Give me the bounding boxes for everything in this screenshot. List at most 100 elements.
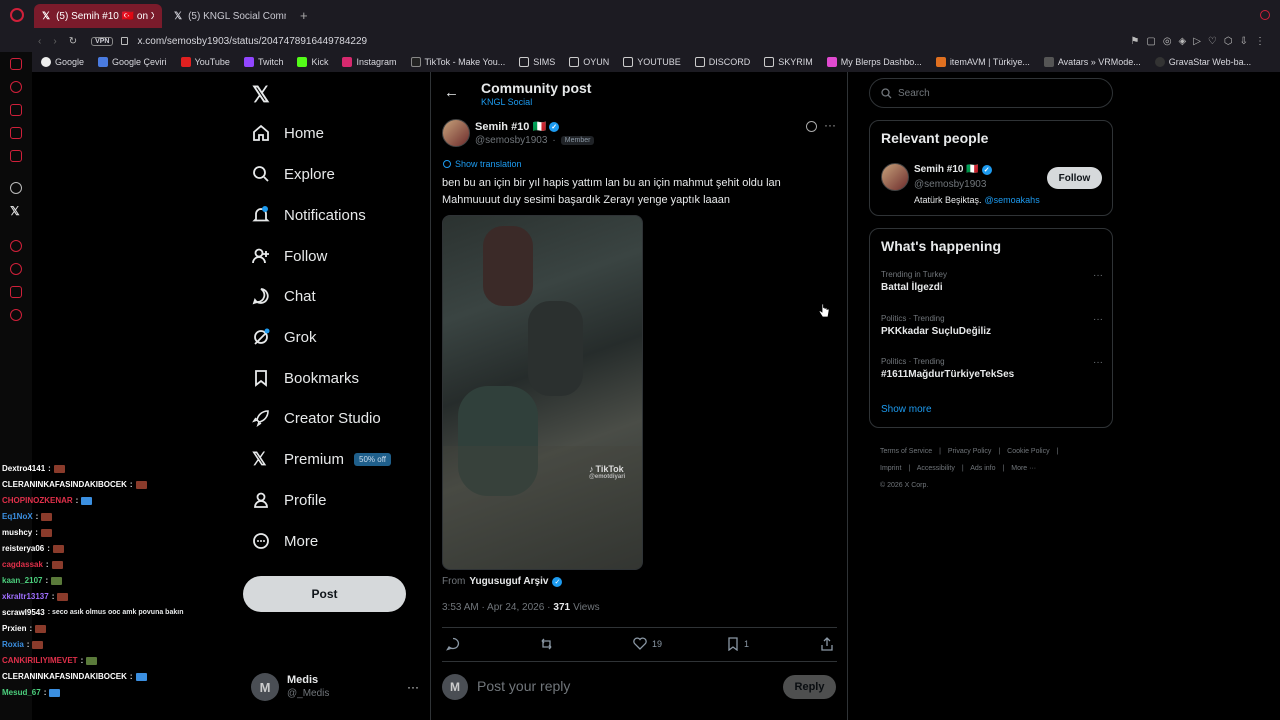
bookmark-twitch[interactable]: Twitch	[237, 57, 291, 67]
bookmark-folder-youtube[interactable]: YOUTUBE	[616, 57, 688, 67]
chat-text: :	[47, 544, 50, 553]
x-icon[interactable]: 𝕏	[10, 204, 20, 218]
player-icon[interactable]	[10, 240, 22, 252]
author-handle[interactable]: @semosby1903	[475, 135, 547, 146]
share-action[interactable]	[820, 637, 834, 656]
bookmark-folder-sims[interactable]: SIMS	[512, 57, 562, 67]
opera-logo-icon[interactable]	[10, 8, 24, 22]
mail-icon[interactable]	[10, 150, 22, 162]
repost-action[interactable]	[539, 637, 554, 656]
bookmark-folder-discord[interactable]: DISCORD	[688, 57, 758, 67]
author-avatar[interactable]	[442, 119, 470, 147]
like-action[interactable]: 19	[633, 637, 662, 650]
person-handle[interactable]: @semosby1903	[914, 179, 986, 190]
nav-chat[interactable]: Chat	[252, 287, 316, 305]
trend-item[interactable]: Politics · Trending PKKkadar SuçluDeğili…	[881, 314, 1103, 337]
footer-link[interactable]: Imprint	[880, 465, 901, 472]
chat-user: Eq1NoX	[2, 512, 33, 521]
footer-link[interactable]: Ads info	[970, 465, 995, 472]
footer-link[interactable]: Terms of Service	[880, 448, 932, 455]
new-tab-icon[interactable]: +	[300, 8, 308, 23]
search-tabs-icon[interactable]	[1260, 10, 1270, 20]
trend-item[interactable]: Politics · Trending #1611MağdurTürkiyeTe…	[881, 357, 1103, 380]
nav-home[interactable]: Home	[252, 124, 324, 142]
bookmark-blerps[interactable]: My Blerps Dashbo...	[820, 57, 929, 67]
premium-discount-badge: 50% off	[354, 452, 391, 466]
grok-analyze-icon[interactable]	[806, 121, 817, 132]
follow-button[interactable]: Follow	[1047, 167, 1102, 189]
footer-link[interactable]: More ···	[1011, 465, 1036, 472]
person-avatar[interactable]	[881, 163, 909, 191]
bookmark-instagram[interactable]: Instagram	[335, 57, 403, 67]
bookmark-youtube[interactable]: YouTube	[174, 57, 237, 67]
bookmark-folder-oyun[interactable]: OYUN	[562, 57, 616, 67]
author-name[interactable]: Semih #10 🇮🇹 ✓	[475, 120, 560, 133]
footer-link[interactable]: Privacy Policy	[948, 448, 992, 455]
nav-creator-studio[interactable]: Creator Studio	[252, 409, 381, 427]
trend-item[interactable]: Trending in Turkey Battal İlgezdi ···	[881, 270, 1103, 293]
bookmark-google[interactable]: Google	[34, 57, 91, 67]
reply-action[interactable]	[446, 637, 460, 656]
tab-kngl-community[interactable]: 𝕏 (5) KNGL Social Communi	[166, 4, 294, 28]
bookmark-vrmodels[interactable]: Avatars » VRMode...	[1037, 57, 1148, 67]
community-link[interactable]: KNGL Social	[481, 97, 532, 107]
reply-input[interactable]: Post your reply	[477, 678, 767, 696]
bio-mention-link[interactable]: @semoakahs	[985, 195, 1040, 205]
history-icon[interactable]	[10, 81, 22, 93]
reload-icon[interactable]: ↻	[69, 36, 77, 47]
wallet-icon[interactable]	[10, 127, 22, 139]
toolbar-icons[interactable]: ⚑▢◎◈▷♡⬡⇩⋮	[1130, 36, 1272, 47]
trend-more-icon[interactable]: ···	[1093, 270, 1103, 281]
bookmark-action[interactable]: 1	[727, 637, 749, 651]
tiktok-handle: @emotdiyari	[589, 474, 626, 480]
x-logo-icon[interactable]: 𝕏	[252, 82, 270, 108]
show-more-link[interactable]: Show more	[881, 404, 932, 415]
extensions-icon[interactable]	[10, 286, 22, 298]
clock-icon[interactable]	[10, 263, 22, 275]
nav-profile[interactable]: Profile	[252, 491, 327, 509]
trend-more-icon[interactable]: ···	[1093, 357, 1103, 368]
person-add-icon	[252, 247, 270, 265]
post-video[interactable]: ♪ TikTok @emotdiyari	[442, 215, 643, 570]
bag-icon[interactable]	[10, 104, 22, 116]
nav-grok[interactable]: Grok	[252, 328, 317, 346]
nav-follow[interactable]: Follow	[252, 247, 327, 265]
tab-semih-post[interactable]: 𝕏 (5) Semih #10 🇹🇷 on X:	[34, 4, 162, 28]
settings-icon[interactable]	[10, 309, 22, 321]
nav-premium[interactable]: 𝕏 Premium 50% off	[252, 450, 391, 468]
chatgpt-icon[interactable]	[10, 182, 22, 194]
footer-link[interactable]: Cookie Policy	[1007, 448, 1049, 455]
bookmark-tiktok[interactable]: TikTok - Make You...	[404, 57, 513, 67]
vpn-badge[interactable]: VPN	[91, 36, 114, 46]
post-more-icon[interactable]: ···	[824, 118, 836, 132]
trend-more-icon[interactable]: ···	[1093, 314, 1103, 325]
post-button[interactable]: Post	[243, 576, 406, 612]
nav-explore[interactable]: Explore	[252, 165, 335, 183]
forward-icon[interactable]: ›	[53, 36, 56, 47]
trend-title: PKKkadar SuçluDeğiliz	[881, 326, 992, 337]
post-time[interactable]: 3:53 AM · Apr 24, 2026 ·	[442, 602, 550, 613]
bookmark-itemavm[interactable]: itemAVM | Türkiye...	[929, 57, 1037, 67]
chat-user: Dextro4141	[2, 464, 46, 473]
messenger-icon[interactable]	[10, 58, 22, 70]
bookmark-gravastar[interactable]: GravaStar Web-ba...	[1148, 57, 1258, 67]
bookmark-google-translate[interactable]: Google Çeviri	[91, 57, 174, 67]
nav-bookmarks[interactable]: Bookmarks	[252, 369, 359, 387]
footer-link[interactable]: Accessibility	[917, 465, 955, 472]
back-icon[interactable]: ‹	[38, 36, 41, 47]
reply-button[interactable]: Reply	[783, 675, 836, 699]
back-icon[interactable]: ←	[444, 84, 459, 101]
account-switcher[interactable]: M Medis @_Medis ···	[251, 672, 419, 702]
show-translation-link[interactable]: Show translation	[443, 159, 522, 169]
url-text[interactable]: x.com/semosby1903/status/204747891644978…	[137, 36, 367, 47]
bookmark-kick[interactable]: Kick	[290, 57, 335, 67]
person-name[interactable]: Semih #10 🇮🇹 ✓	[914, 164, 992, 175]
more-icon[interactable]: ···	[407, 680, 419, 694]
search-box[interactable]: Search	[869, 78, 1113, 108]
chat-message: reisterya06:	[2, 544, 64, 553]
nav-more[interactable]: More	[252, 532, 318, 550]
actions-divider	[442, 627, 837, 628]
nav-notifications[interactable]: Notifications	[252, 206, 366, 224]
bookmark-folder-skyrim[interactable]: SKYRIM	[757, 57, 820, 67]
from-account-link[interactable]: Yugusuguf Arşiv	[469, 576, 548, 587]
